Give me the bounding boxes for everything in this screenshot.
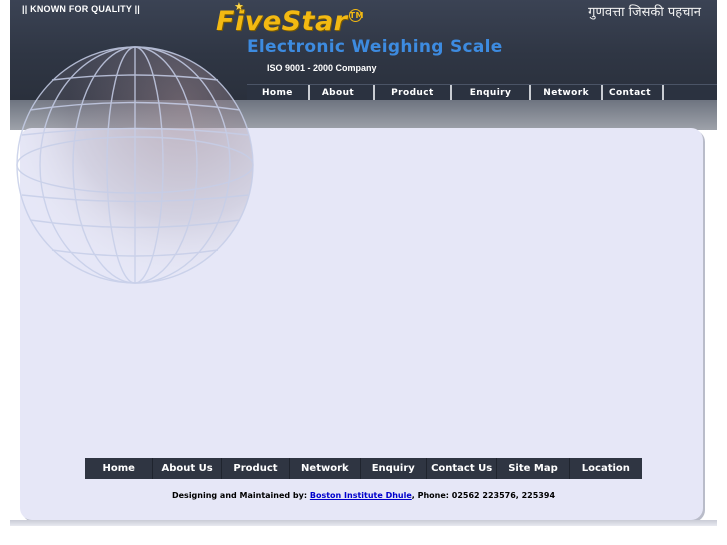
bottom-nav-about-us[interactable]: About Us xyxy=(153,458,222,479)
tagline-hindi: गुणवत्ता जिसकी पहचान xyxy=(588,5,701,20)
bottom-nav-product[interactable]: Product xyxy=(222,458,291,479)
fivestar-logo[interactable]: ★ FiveStar TM xyxy=(216,0,364,37)
iso-certification: ISO 9001 - 2000 Company xyxy=(267,63,377,73)
top-nav-network[interactable]: Network xyxy=(531,85,603,100)
trademark-icon: TM xyxy=(348,9,364,22)
site-subtitle: Electronic Weighing Scale xyxy=(247,37,503,57)
bottom-nav-network[interactable]: Network xyxy=(290,458,361,479)
tagline-left: || KNOWN FOR QUALITY || xyxy=(22,4,141,14)
footer-credits: Designing and Maintained by: Boston Inst… xyxy=(0,491,727,500)
bottom-nav-location[interactable]: Location xyxy=(570,458,642,479)
star-icon: ★ xyxy=(234,0,245,13)
bottom-nav-contact-us[interactable]: Contact Us xyxy=(427,458,498,479)
bottom-navigation: Home About Us Product Network Enquiry Co… xyxy=(85,458,642,479)
top-nav-product[interactable]: Product xyxy=(375,85,452,100)
bottom-nav-enquiry[interactable]: Enquiry xyxy=(361,458,427,479)
site-header: || KNOWN FOR QUALITY || गुणवत्ता जिसकी प… xyxy=(10,0,717,100)
footer-designer-link[interactable]: Boston Institute Dhule xyxy=(310,491,412,500)
top-navigation: Home About Us Product Enquiry Network Co… xyxy=(247,84,717,100)
footer-phone: , Phone: 02562 223576, 225394 xyxy=(411,491,556,500)
top-nav-home[interactable]: Home xyxy=(247,85,310,100)
bottom-nav-home[interactable]: Home xyxy=(85,458,154,479)
top-nav-spacer xyxy=(664,85,717,100)
bottom-shade xyxy=(10,520,717,526)
header-shade-band xyxy=(10,100,717,130)
footer-prefix: Designing and Maintained by: xyxy=(171,491,310,500)
top-nav-enquiry[interactable]: Enquiry xyxy=(452,85,532,100)
bottom-nav-site-map[interactable]: Site Map xyxy=(497,458,570,479)
top-nav-about-us[interactable]: About Us xyxy=(310,85,376,100)
top-nav-contact-us[interactable]: Contact Us xyxy=(603,85,665,100)
